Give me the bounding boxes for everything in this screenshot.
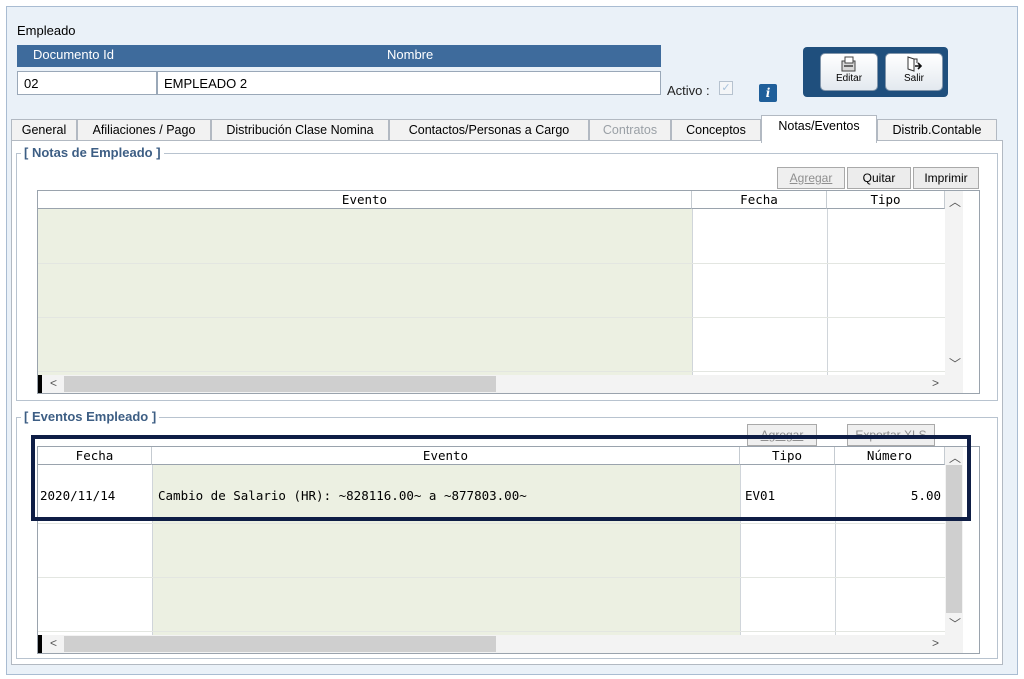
- notas-hscroll-thumb[interactable]: [64, 376, 496, 392]
- scroll-start-marker: [38, 635, 42, 653]
- documento-id-field[interactable]: 02: [17, 71, 157, 95]
- eventos-vscroll-thumb[interactable]: [946, 465, 962, 613]
- row-divider: [38, 263, 945, 264]
- nombre-field[interactable]: EMPLEADO 2: [157, 71, 661, 95]
- eventos-group: [ Eventos Empleado ] Agregar Exportar XL…: [16, 409, 998, 659]
- exit-button[interactable]: Salir: [885, 53, 943, 91]
- edit-icon: [841, 56, 856, 72]
- activo-label: Activo :: [667, 83, 710, 98]
- notas-header-fecha[interactable]: Fecha: [692, 191, 827, 209]
- col-divider: [692, 209, 693, 375]
- notas-remove-label: Quitar: [862, 171, 896, 185]
- scroll-left-icon[interactable]: <: [50, 376, 57, 390]
- eventos-hscroll-thumb[interactable]: [64, 636, 496, 652]
- eventos-add-label: Agregar: [760, 428, 804, 442]
- exit-button-label: Salir: [903, 73, 924, 84]
- tab-distrib-contable[interactable]: Distrib.Contable: [877, 119, 997, 142]
- notas-header-evento[interactable]: Evento: [38, 191, 692, 209]
- eventos-cell-fecha: 2020/11/14: [40, 488, 116, 503]
- tab-strip: General Afiliaciones / Pago Distribución…: [11, 115, 1001, 143]
- eventos-header-tipo[interactable]: Tipo: [740, 447, 835, 465]
- notas-print-label: Imprimir: [924, 171, 968, 185]
- notas-print-button[interactable]: Imprimir: [913, 167, 979, 189]
- info-icon[interactable]: i: [759, 84, 777, 102]
- row-divider: [38, 523, 945, 524]
- tab-contratos[interactable]: Contratos: [589, 119, 671, 142]
- notas-evento-column-bg: [38, 209, 692, 375]
- eventos-group-title: [ Eventos Empleado ]: [21, 409, 160, 424]
- scroll-up-icon[interactable]: ︿: [949, 193, 961, 210]
- eventos-export-label: Exportar XLS: [855, 428, 927, 442]
- notas-horizontal-scrollbar[interactable]: < >: [38, 375, 963, 393]
- eventos-export-xls-button[interactable]: Exportar XLS: [847, 424, 935, 446]
- notas-group: [ Notas de Empleado ] Agregar Quitar Imp…: [16, 145, 998, 401]
- eventos-header-fecha[interactable]: Fecha: [38, 447, 152, 465]
- eventos-vertical-scrollbar[interactable]: ︿ ﹀: [945, 447, 963, 635]
- scroll-down-icon[interactable]: ﹀: [949, 615, 961, 632]
- row-divider: [38, 317, 945, 318]
- eventos-cell-tipo: EV01: [745, 488, 776, 503]
- col-divider: [740, 465, 741, 635]
- scroll-start-marker: [38, 375, 42, 393]
- notas-vertical-scrollbar[interactable]: ︿ ﹀: [945, 191, 963, 375]
- scroll-right-icon[interactable]: >: [932, 636, 939, 650]
- tab-contactos-personas[interactable]: Contactos/Personas a Cargo: [389, 119, 589, 142]
- col-divider: [827, 209, 828, 375]
- action-toolbar: Editar Salir: [803, 47, 948, 97]
- activo-checkbox-icon[interactable]: ✓: [719, 81, 733, 95]
- notas-header-tipo[interactable]: Tipo: [827, 191, 945, 209]
- tab-general[interactable]: General: [11, 119, 77, 142]
- documento-id-label: Documento Id: [33, 47, 114, 62]
- scroll-up-icon[interactable]: ︿: [949, 449, 961, 466]
- notas-add-label: Agregar: [789, 171, 833, 185]
- eventos-horizontal-scrollbar[interactable]: < >: [38, 635, 963, 653]
- eventos-cell-numero: 5.00: [910, 488, 941, 503]
- eventos-header-evento[interactable]: Evento: [152, 447, 740, 465]
- window-title: Empleado: [17, 23, 76, 38]
- scroll-left-icon[interactable]: <: [50, 636, 57, 650]
- notas-group-title: [ Notas de Empleado ]: [21, 145, 164, 160]
- employee-window: Empleado Documento Id Nombre 02 EMPLEADO…: [6, 6, 1018, 675]
- row-divider: [38, 371, 945, 372]
- header-bar: Documento Id Nombre: [17, 45, 661, 67]
- notas-eventos-panel: [ Notas de Empleado ] Agregar Quitar Imp…: [11, 140, 1003, 665]
- edit-button[interactable]: Editar: [820, 53, 878, 91]
- scroll-right-icon[interactable]: >: [932, 376, 939, 390]
- tab-distribucion-clase-nomina[interactable]: Distribución Clase Nomina: [211, 119, 389, 142]
- row-divider: [38, 577, 945, 578]
- notas-add-button[interactable]: Agregar: [777, 167, 845, 189]
- tab-conceptos[interactable]: Conceptos: [671, 119, 761, 142]
- nombre-label: Nombre: [387, 47, 434, 62]
- notas-remove-button[interactable]: Quitar: [847, 167, 911, 189]
- col-divider: [152, 465, 153, 635]
- eventos-header-numero[interactable]: Número: [835, 447, 945, 465]
- exit-door-icon: [907, 56, 923, 72]
- tab-afiliaciones-pago[interactable]: Afiliaciones / Pago: [77, 119, 211, 142]
- notas-grid[interactable]: Evento Fecha Tipo ︿ ﹀ < >: [37, 190, 980, 394]
- edit-button-label: Editar: [835, 73, 863, 84]
- eventos-add-button[interactable]: Agregar: [747, 424, 817, 446]
- scroll-down-icon[interactable]: ﹀: [949, 355, 961, 372]
- eventos-grid[interactable]: Fecha Evento Tipo Número 2020/11/14 Camb…: [37, 446, 980, 654]
- eventos-cell-evento: Cambio de Salario (HR): ~828116.00~ a ~8…: [158, 488, 527, 503]
- row-divider: [38, 631, 945, 632]
- tab-notas-eventos[interactable]: Notas/Eventos: [761, 115, 877, 143]
